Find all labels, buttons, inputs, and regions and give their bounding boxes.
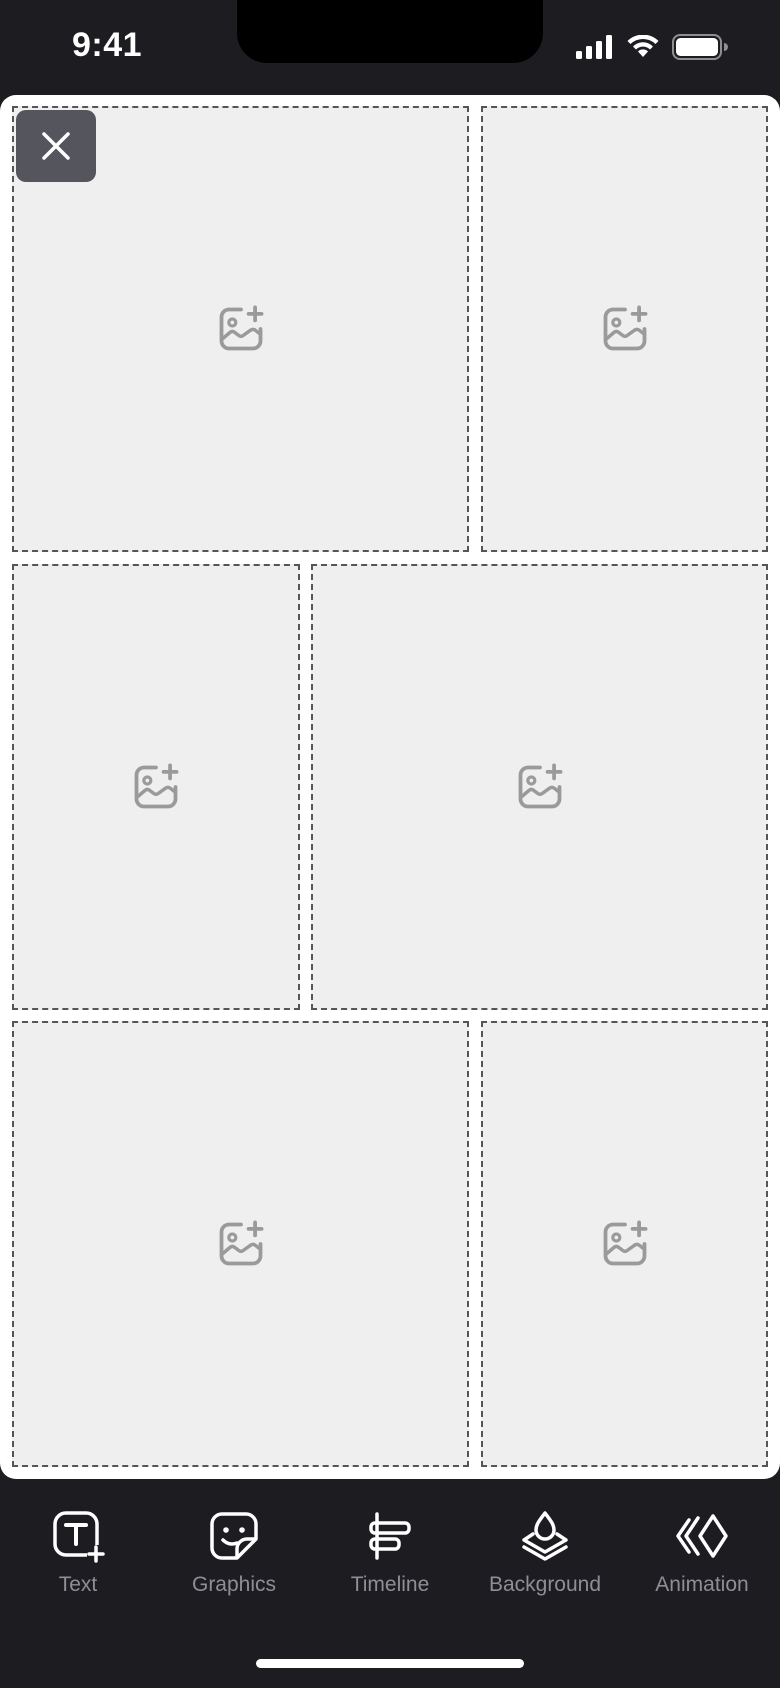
collage-cell-6[interactable] [481,1021,768,1467]
battery-icon [672,34,728,60]
close-button[interactable] [16,110,96,182]
background-layers-icon [522,1511,568,1561]
tool-label: Graphics [191,1573,277,1596]
tool-timeline[interactable]: Timeline [320,1509,460,1597]
close-icon [42,132,70,160]
add-photo-icon [219,305,263,351]
collage-cell-2[interactable] [481,106,768,552]
signal-icon [576,35,612,59]
timeline-icon [369,1512,411,1560]
tool-animation[interactable]: Animation [632,1509,772,1597]
bottom-toolbar: Text Graphics Timeline Background Animat… [0,1479,780,1688]
tool-label: Text [58,1573,98,1596]
tool-background[interactable]: Background [475,1509,615,1597]
animation-icon [676,1514,728,1558]
add-photo-icon [603,1220,647,1266]
add-photo-icon [518,763,562,809]
home-indicator[interactable] [256,1659,524,1668]
status-time: 9:41 [72,26,143,64]
device-notch [237,0,543,63]
tool-label: Background [488,1573,602,1596]
tool-label: Animation [655,1573,749,1596]
collage-cell-4[interactable] [311,564,768,1010]
status-bar: 9:41 [0,0,780,95]
sticker-icon [210,1512,258,1560]
tool-label: Timeline [350,1573,430,1596]
tool-graphics[interactable]: Graphics [164,1509,304,1597]
status-icons [576,34,728,60]
wifi-icon [627,35,659,57]
text-add-icon [53,1511,105,1563]
add-photo-icon [134,763,179,809]
collage-cell-5[interactable] [12,1021,469,1467]
collage-cell-3[interactable] [12,564,300,1010]
add-photo-icon [603,305,647,351]
add-photo-icon [219,1220,263,1266]
tool-text[interactable]: Text [8,1509,148,1597]
